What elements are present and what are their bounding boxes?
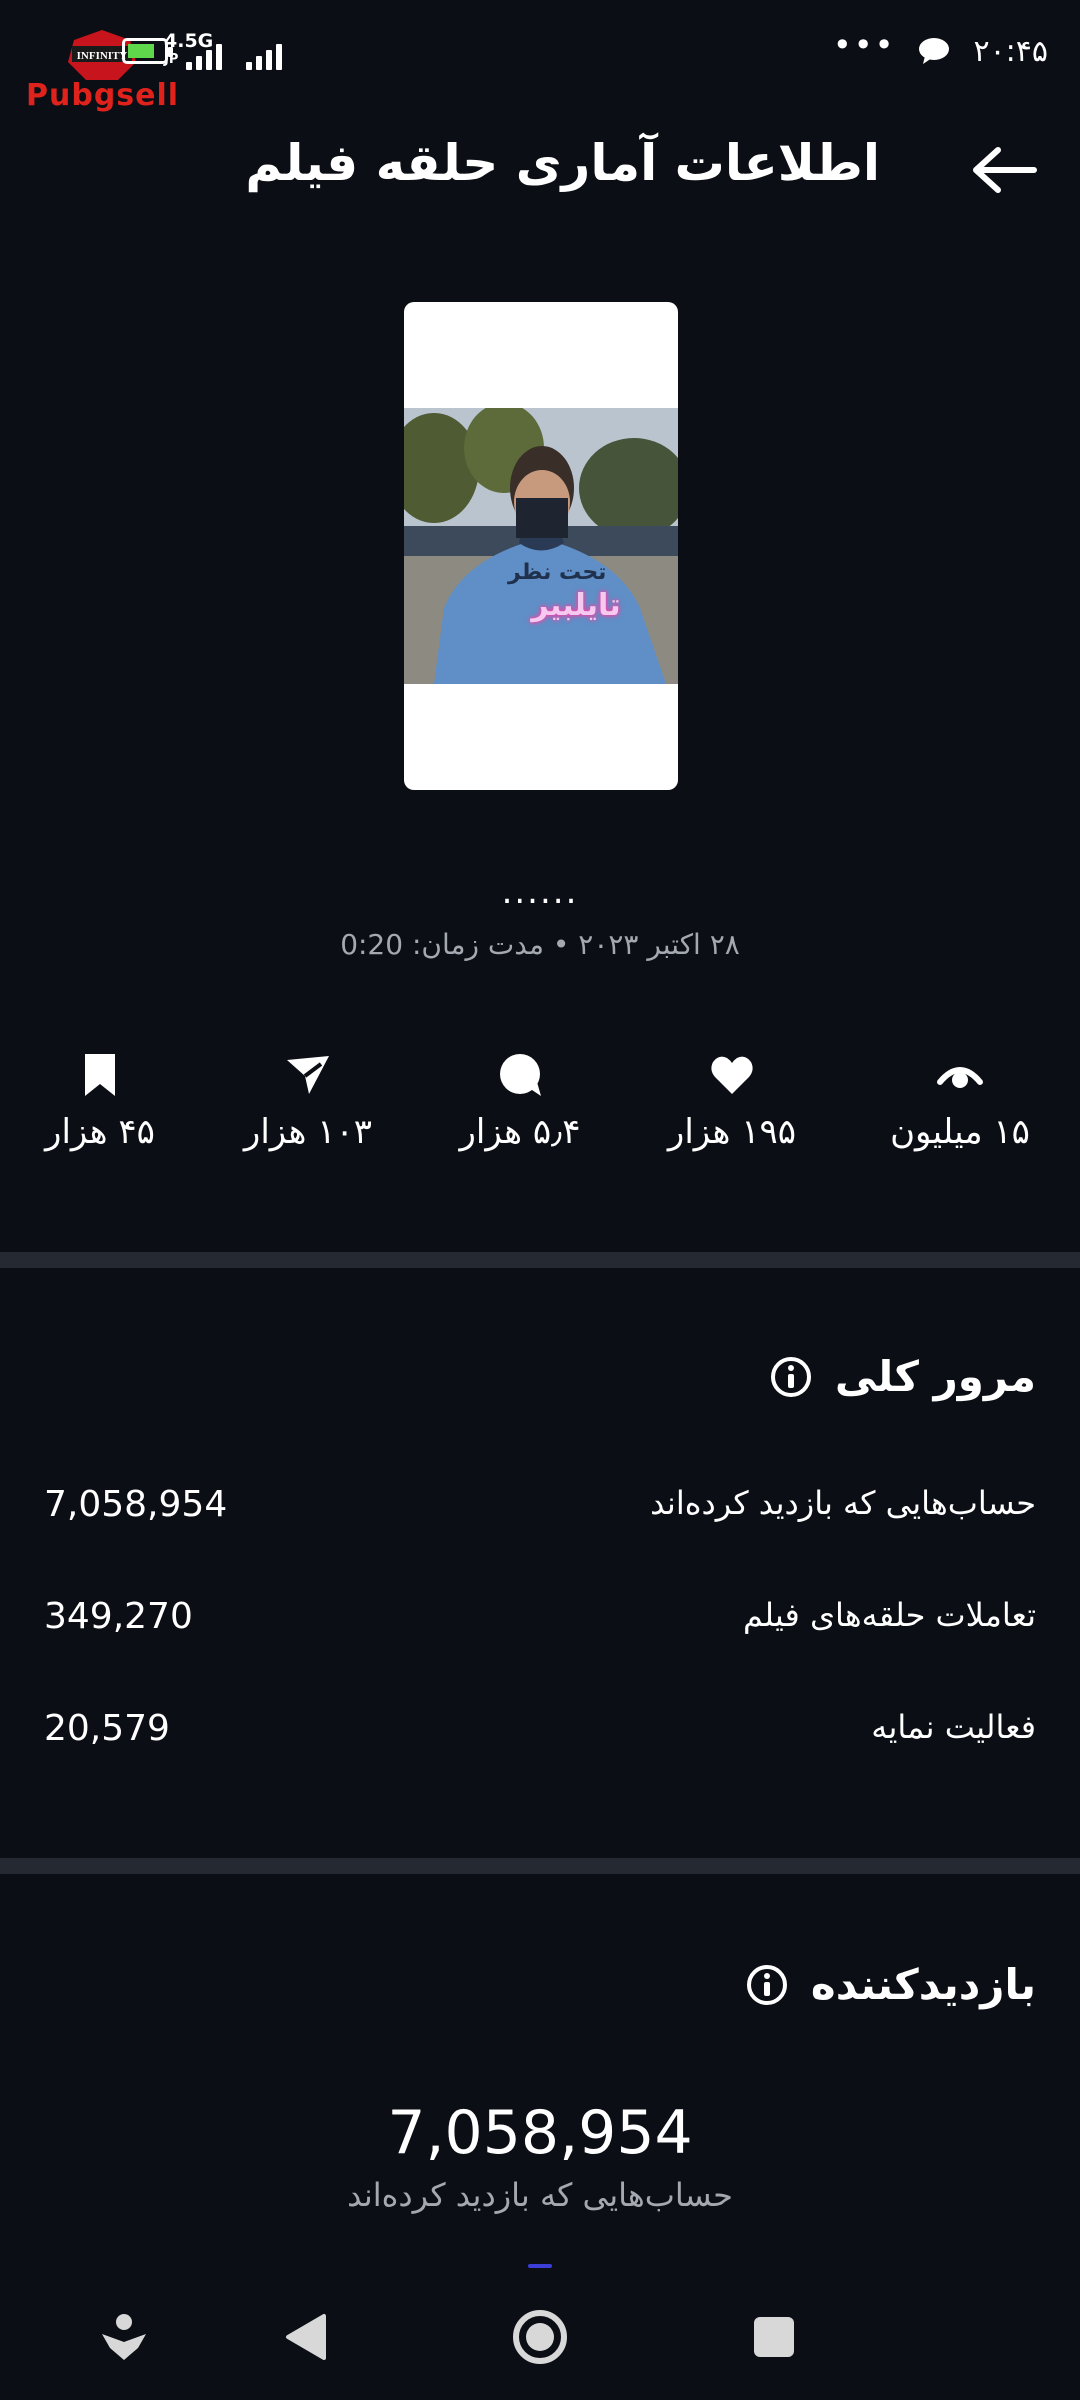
overview-title: مرور کلی [834,1352,1036,1401]
info-icon[interactable] [745,1963,789,2007]
reel-stats-row: ۱۵ میلیون ۱۹۵ هزار ۵٫۴ هزار ۱۰۳ هزار ۴۵ … [0,1050,1080,1180]
home-nav-icon[interactable] [500,2302,580,2372]
section-divider [0,1858,1080,1874]
accessibility-icon[interactable] [84,2302,164,2372]
chart-peek [528,2264,552,2268]
saves-count: ۴۵ هزار [45,1112,155,1152]
signal-strength-2-icon [246,40,296,70]
battery-icon [122,38,173,64]
reel-caption: ...... [501,872,579,912]
status-time: ۲۰:۴۵ [973,33,1048,69]
metric-value: 349,270 [44,1596,193,1637]
viewers-total-label: حساب‌هایی که بازدید کرده‌اند [347,2176,733,2214]
status-right: ••• ۲۰:۴۵ [833,28,1048,74]
overview-section-title: مرور کلی [769,1352,1036,1401]
message-bubble-icon [919,38,950,64]
bookmark-icon [85,1054,115,1096]
overview-row-profile-activity[interactable]: فعالیت نمایه 20,579 [44,1708,1036,1768]
header: اطلاعات آماری حلقه فیلم [0,120,1080,220]
comments-count: ۵٫۴ هزار [459,1112,581,1152]
reel-photo: تحت نظر تایلبیر [404,408,678,684]
comment-icon [500,1054,541,1096]
stat-likes: ۱۹۵ هزار [632,1050,832,1152]
metric-label: حساب‌هایی که بازدید کرده‌اند [650,1484,1036,1522]
stat-comments: ۵٫۴ هزار [420,1050,620,1152]
eye-icon [937,1067,983,1088]
back-nav-icon[interactable] [266,2302,346,2372]
signal-strength-icon [186,40,236,70]
reel-photo-image [404,408,678,684]
section-divider [0,1252,1080,1268]
status-bar: INFINITY 4.5G JP Pubgsell ••• ۲۰:۴۵ [0,0,1080,113]
status-left: INFINITY 4.5G JP Pubgsell [24,22,324,113]
views-count: ۱۵ میلیون [890,1112,1030,1152]
viewers-total: 7,058,954 [387,2098,693,2168]
likes-count: ۱۹۵ هزار [667,1112,797,1152]
reel-thumbnail[interactable]: تحت نظر تایلبیر [404,302,678,790]
reel-photo-text-top: تحت نظر [508,560,607,585]
recents-nav-icon[interactable] [734,2302,814,2372]
metric-label: تعاملات حلقه‌های فیلم [742,1596,1036,1634]
notification-more-icon: ••• [832,26,896,64]
back-arrow-icon[interactable] [970,142,1040,198]
reel-meta: ۲۸ اکتبر ۲۰۲۳ • مدت زمان: 0:20 [340,928,740,961]
svg-text:INFINITY: INFINITY [77,50,128,62]
overview-row-accounts-reached[interactable]: حساب‌هایی که بازدید کرده‌اند 7,058,954 [44,1484,1036,1544]
info-icon[interactable] [769,1355,813,1399]
heart-icon [711,1056,753,1094]
overview-row-reel-interactions[interactable]: تعاملات حلقه‌های فیلم 349,270 [44,1596,1036,1656]
viewers-title: بازدیدکننده [810,1960,1036,2009]
reel-photo-text: تایلبیر [531,588,621,623]
watermark-text: Pubgsell [26,78,180,113]
system-nav-bar [0,2272,1080,2400]
send-icon [287,1056,329,1094]
shares-count: ۱۰۳ هزار [243,1112,373,1152]
metric-value: 20,579 [44,1708,170,1749]
stat-shares: ۱۰۳ هزار [208,1050,408,1152]
metric-value: 7,058,954 [44,1484,228,1525]
stat-saves: ۴۵ هزار [0,1050,200,1152]
page-title: اطلاعات آماری حلقه فیلم [245,134,880,192]
metric-label: فعالیت نمایه [871,1708,1036,1746]
network-sub: JP [164,52,179,67]
stat-views: ۱۵ میلیون [860,1050,1060,1152]
viewers-section-title: بازدیدکننده [745,1960,1036,2009]
